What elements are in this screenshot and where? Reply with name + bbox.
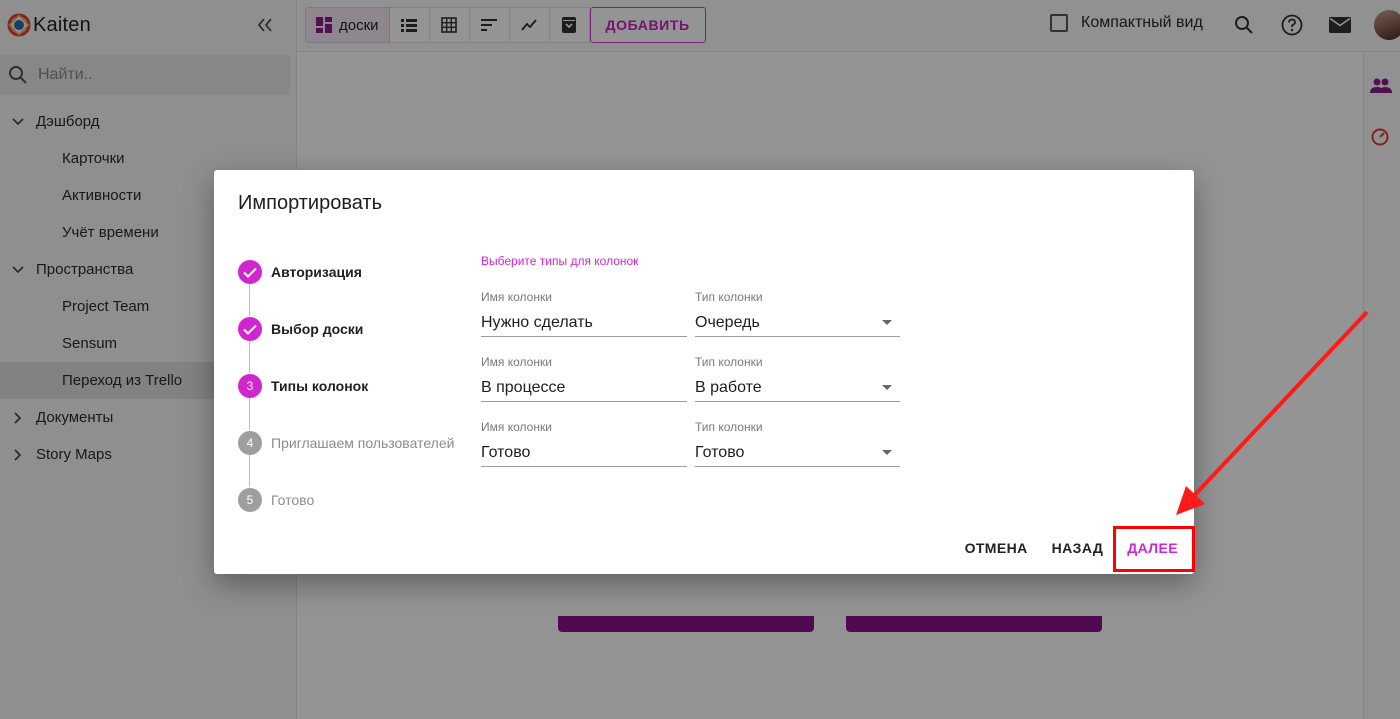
annotation-arrow-icon <box>1176 310 1369 515</box>
